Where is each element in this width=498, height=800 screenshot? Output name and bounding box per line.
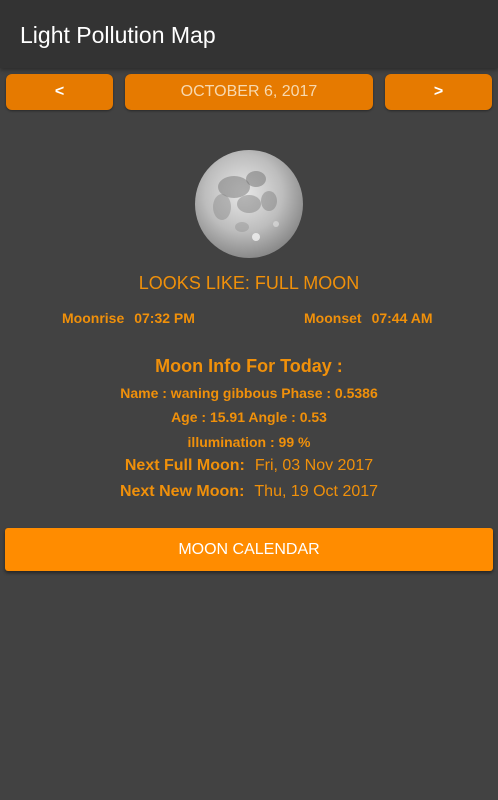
app-title: Light Pollution Map	[20, 22, 216, 48]
moonset-info: Moonset 07:44 AM	[304, 310, 433, 326]
next-new-moon: Next New Moon: Thu, 19 Oct 2017	[0, 483, 498, 501]
previous-day-button[interactable]: <	[6, 74, 113, 110]
date-button[interactable]: OCTOBER 6, 2017	[125, 74, 373, 110]
next-new-moon-label: Next New Moon:	[119, 483, 245, 500]
moon-phase-label: LOOKS LIKE: FULL MOON	[138, 273, 360, 293]
moonrise-label: Moonrise	[62, 310, 125, 326]
moon-image	[195, 150, 303, 258]
next-new-moon-date: Thu, 19 Oct 2017	[254, 483, 379, 500]
next-full-moon: Next Full Moon: Fri, 03 Nov 2017	[0, 457, 498, 475]
next-day-button[interactable]: >	[385, 74, 492, 110]
moon-illumination: illumination : 99 %	[187, 434, 311, 450]
moon-name-phase: Name : waning gibbous Phase : 0.5386	[120, 385, 378, 401]
moon-calendar-button[interactable]: MOON CALENDAR	[5, 528, 493, 571]
moon-info-heading: Moon Info For Today :	[155, 356, 343, 376]
moon-age-angle: Age : 15.91 Angle : 0.53	[171, 409, 327, 425]
next-full-moon-label: Next Full Moon:	[124, 457, 245, 474]
moonset-time: 07:44 AM	[371, 310, 433, 326]
moonrise-time: 07:32 PM	[134, 310, 195, 326]
moonrise-info: Moonrise 07:32 PM	[62, 310, 195, 326]
app-bar: Light Pollution Map	[0, 0, 498, 68]
moonset-label: Moonset	[304, 310, 362, 326]
next-full-moon-date: Fri, 03 Nov 2017	[254, 457, 374, 474]
